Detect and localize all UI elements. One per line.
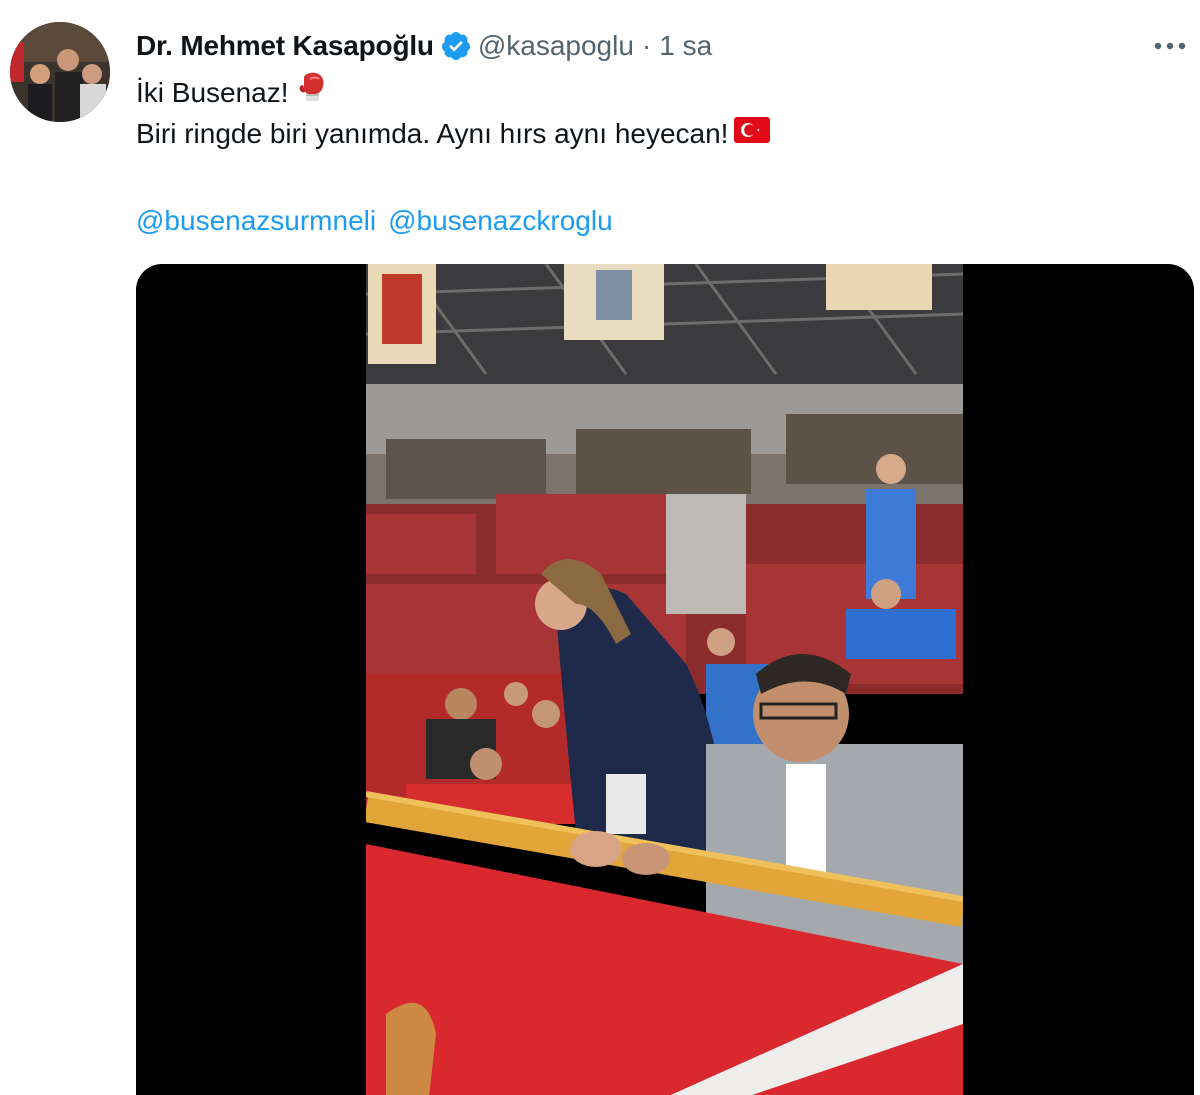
author-name[interactable]: Dr. Mehmet Kasapoğlu	[136, 30, 434, 62]
separator-dot: ·	[641, 30, 652, 61]
boxing-glove-icon	[295, 69, 331, 116]
avatar-image	[10, 22, 110, 122]
mention-link[interactable]: @busenazckroglu	[388, 200, 613, 241]
tweet-text-line-2-content: Biri ringde biri yanımda. Aynı hırs aynı…	[136, 118, 729, 149]
tweet[interactable]: Dr. Mehmet Kasapoğlu @kasapoglu · 1 sa İ…	[0, 0, 1200, 1095]
tweet-text-line-2: Biri ringde biri yanımda. Aynı hırs aynı…	[136, 113, 771, 154]
tweet-timestamp[interactable]: 1 sa	[659, 30, 712, 62]
tweet-text: İki Busenaz! Biri ringde biri yanımda. A…	[136, 72, 771, 154]
video-thumbnail-image	[366, 264, 963, 1095]
mention-link[interactable]: @busenazsurmneli	[136, 200, 376, 241]
video-frame[interactable]	[366, 264, 963, 1095]
more-horizontal-icon	[1154, 42, 1186, 50]
author-handle[interactable]: @kasapoglu	[478, 30, 634, 62]
tweet-video[interactable]	[136, 264, 1194, 1095]
turkey-flag-icon	[734, 113, 771, 154]
tweet-mentions: @busenazsurmneli @busenazckroglu	[136, 200, 613, 241]
author-avatar[interactable]	[10, 22, 110, 122]
more-options-button[interactable]	[1150, 26, 1190, 66]
tweet-text-line-1-content: İki Busenaz!	[136, 77, 289, 108]
verified-badge-icon	[440, 30, 472, 62]
tweet-header: Dr. Mehmet Kasapoğlu @kasapoglu · 1 sa	[136, 26, 712, 66]
tweet-text-line-1: İki Busenaz!	[136, 72, 770, 113]
